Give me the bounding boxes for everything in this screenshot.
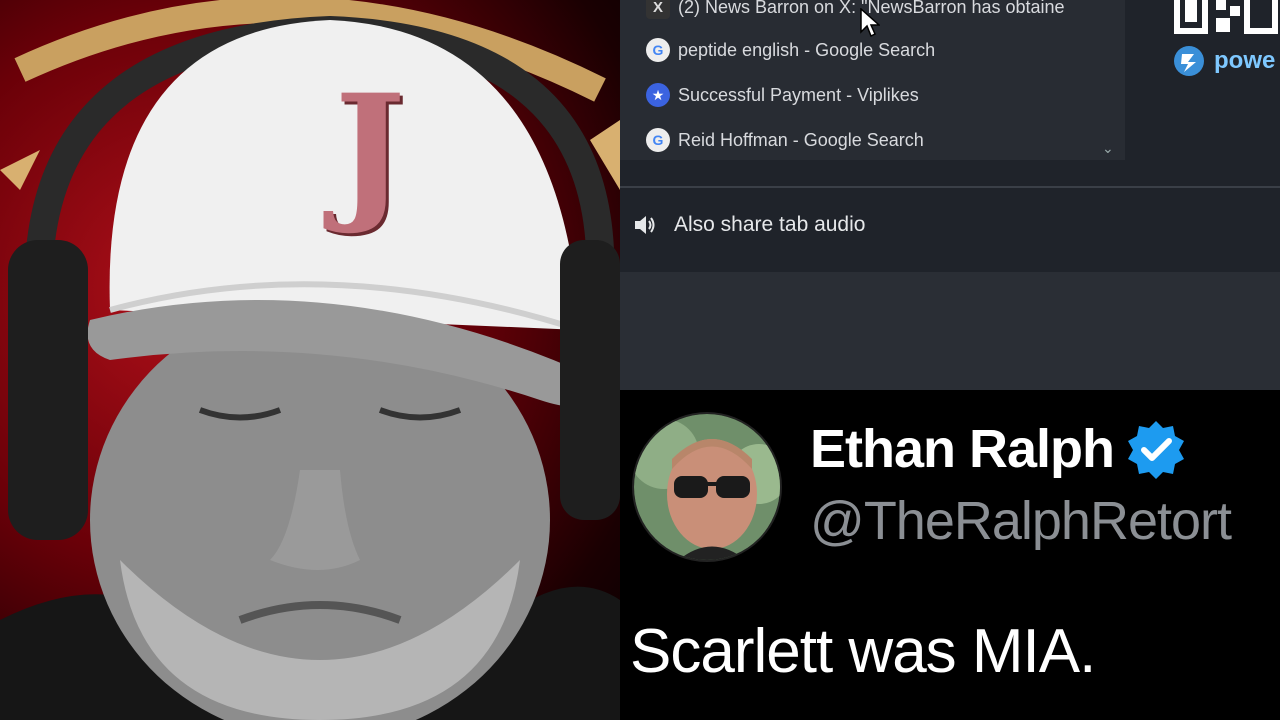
display-name[interactable]: Ethan Ralph bbox=[810, 418, 1115, 480]
tweet-text: Scarlett was MIA. bbox=[630, 617, 1096, 686]
share-audio-toggle[interactable]: Also share tab audio bbox=[632, 212, 865, 238]
cap-logo: J bbox=[334, 62, 406, 238]
tweet-card: Ethan Ralph @TheRalphRetort Scarlett was… bbox=[620, 390, 1280, 720]
tab-title: Successful Payment - Viplikes bbox=[678, 84, 919, 105]
viplikes-favicon-icon: ★ bbox=[646, 83, 670, 107]
tab-list: X (2) News Barron on X: "NewsBarron has … bbox=[620, 0, 1125, 160]
sponsor-logo: powe bbox=[1172, 44, 1275, 78]
mouse-cursor-icon bbox=[860, 8, 880, 38]
chevron-down-icon[interactable]: ⌄ bbox=[1102, 140, 1114, 157]
avatar[interactable] bbox=[632, 412, 782, 562]
tab-option[interactable]: G Reid Hoffman - Google Search bbox=[646, 125, 1126, 155]
share-audio-label: Also share tab audio bbox=[674, 213, 866, 236]
sponsor-text: powe bbox=[1214, 47, 1276, 74]
x-favicon-icon: X bbox=[646, 0, 670, 19]
tab-option[interactable]: G peptide english - Google Search bbox=[646, 35, 1126, 65]
author-line: Ethan Ralph bbox=[810, 418, 1186, 480]
divider bbox=[620, 186, 1280, 188]
webcam-feed: J bbox=[0, 0, 620, 720]
google-favicon-icon: G bbox=[646, 38, 670, 62]
share-tab-dialog: X (2) News Barron on X: "NewsBarron has … bbox=[620, 0, 1280, 390]
power-logo-icon bbox=[1174, 46, 1204, 76]
user-handle[interactable]: @TheRalphRetort bbox=[810, 490, 1232, 552]
speaker-icon bbox=[635, 216, 655, 234]
google-favicon-icon: G bbox=[646, 128, 670, 152]
qr-code-icon bbox=[1168, 0, 1280, 40]
tab-title: peptide english - Google Search bbox=[678, 39, 936, 60]
tab-title: Reid Hoffman - Google Search bbox=[678, 129, 924, 150]
profile-photo bbox=[634, 414, 780, 560]
verified-badge-icon bbox=[1128, 421, 1185, 479]
dialog-footer bbox=[620, 272, 1280, 390]
tab-option[interactable]: ★ Successful Payment - Viplikes bbox=[646, 80, 1126, 110]
tab-option[interactable]: X (2) News Barron on X: "NewsBarron has … bbox=[646, 0, 1126, 22]
